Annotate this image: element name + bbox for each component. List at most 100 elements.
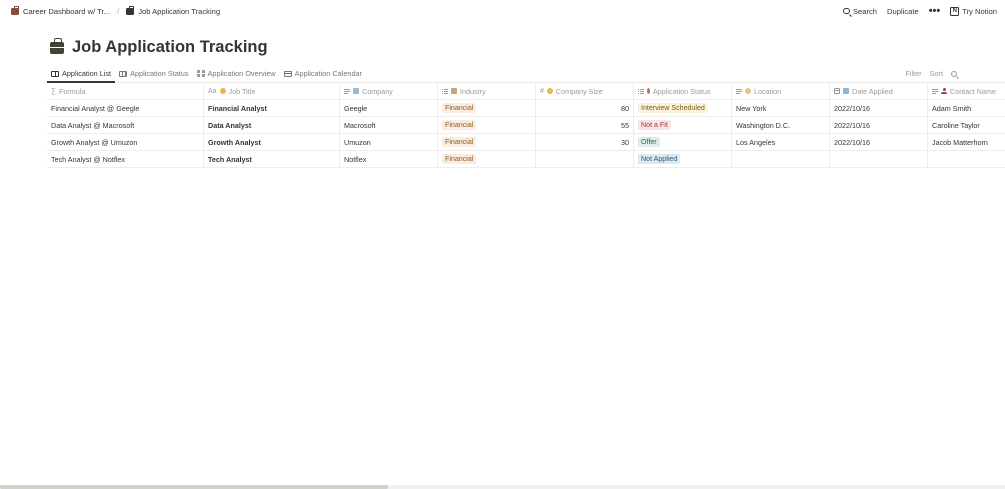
tab-application-list[interactable]: Application List [47,65,116,83]
cell-company[interactable]: Notflex [340,151,438,167]
tab-label: Application Calendar [294,69,362,78]
industry-tag: Financial [442,154,477,164]
cell-contact[interactable] [928,151,1005,167]
column-header-job-title[interactable]: Aa Job Title [204,83,340,99]
cell-formula[interactable]: Financial Analyst @ Geegle [47,100,204,116]
cell-status[interactable]: Interview Scheduled [634,100,732,116]
cell-company[interactable]: Umuzon [340,134,438,150]
column-header-company-size[interactable]: # Company Size [536,83,634,99]
cell-company-size[interactable]: 30 [536,134,634,150]
column-header-application-status[interactable]: Application Status [634,83,732,99]
cell-job-title[interactable]: Growth Analyst [204,134,340,150]
column-header-company[interactable]: Company [340,83,438,99]
cell-date-applied[interactable] [830,151,928,167]
cell-industry[interactable]: Financial [438,117,536,133]
cell-contact[interactable]: Adam Smith [928,100,1005,116]
page-title[interactable]: Job Application Tracking [72,38,268,57]
cell-company-size[interactable] [536,151,634,167]
column-header-contact-name[interactable]: Contact Name [928,83,1005,99]
cell-formula[interactable]: Growth Analyst @ Umuzon [47,134,204,150]
table-row[interactable]: Growth Analyst @ Umuzon Growth Analyst U… [47,134,1005,151]
cell-industry[interactable]: Financial [438,151,536,167]
person-icon [941,88,947,94]
search-icon [843,7,850,15]
briefcase-icon[interactable] [50,38,64,54]
cell-formula[interactable]: Data Analyst @ Macrosoft [47,117,204,133]
tab-application-overview[interactable]: Application Overview [193,65,280,82]
table-header-row: ∑ Formula Aa Job Title Company Industry … [47,83,1005,100]
duplicate-button[interactable]: Duplicate [887,7,919,16]
search-label: Search [852,6,878,16]
factory-emoji-icon [451,88,457,94]
cell-location[interactable]: Washington D.C. [732,117,830,133]
column-header-date-applied[interactable]: Date Applied [830,83,928,99]
cell-formula[interactable]: Tech Analyst @ Notflex [47,151,204,167]
column-header-label: Date Applied [852,86,893,96]
cell-status[interactable]: Not a Fit [634,117,732,133]
number-icon: # [540,87,544,95]
top-bar: Career Dashboard w/ Tr... / Job Applicat… [0,0,1005,22]
breadcrumb-item-current[interactable]: Job Application Tracking [123,5,223,18]
status-tag: Not Applied [638,154,681,164]
horizontal-scrollbar[interactable] [0,485,1005,489]
column-header-label: Company [362,86,393,96]
tab-application-calendar[interactable]: Application Calendar [280,65,366,82]
scrollbar-thumb[interactable] [0,485,388,489]
search-icon[interactable] [951,70,957,77]
more-icon: ••• [928,5,941,17]
column-header-label: Contact Name [950,86,996,96]
hand-emoji-icon [219,88,226,94]
column-header-industry[interactable]: Industry [438,83,536,99]
column-header-label: Company Size [555,86,603,96]
cell-job-title[interactable]: Data Analyst [204,117,340,133]
cell-job-title[interactable]: Financial Analyst [204,100,340,116]
cell-location[interactable] [732,151,830,167]
gallery-icon [196,70,205,77]
column-header-location[interactable]: Location [732,83,830,99]
cell-job-title[interactable]: Tech Analyst [204,151,340,167]
table-row[interactable]: Financial Analyst @ Geegle Financial Ana… [47,100,1005,117]
briefcase-icon [126,5,135,15]
try-notion-button[interactable]: N Try Notion [950,6,997,16]
page-title-row: Job Application Tracking [50,38,268,57]
cell-company-size[interactable]: 55 [536,117,634,133]
tab-application-status[interactable]: Application Status [115,65,192,82]
breadcrumb-item-dashboard[interactable]: Career Dashboard w/ Tr... [8,5,113,18]
cell-location[interactable]: New York [732,100,830,116]
cell-company[interactable]: Geegle [340,100,438,116]
cell-contact[interactable]: Caroline Taylor [928,117,1005,133]
column-header-label: Location [754,86,782,96]
filter-button[interactable]: Filter [905,69,921,78]
cell-status[interactable]: Not Applied [634,151,732,167]
duplicate-label: Duplicate [887,6,919,16]
column-header-label: Industry [460,86,486,96]
search-button[interactable]: Search [843,7,877,16]
cell-company-size[interactable]: 80 [536,100,634,116]
table-row[interactable]: Data Analyst @ Macrosoft Data Analyst Ma… [47,117,1005,134]
cell-date-applied[interactable]: 2022/10/16 [830,117,928,133]
sort-button[interactable]: Sort [930,69,943,78]
tab-label: Application Overview [207,69,276,78]
cell-location[interactable]: Los Angeles [732,134,830,150]
people-emoji-icon [546,88,553,94]
status-tag: Offer [638,137,660,147]
column-header-formula[interactable]: ∑ Formula [47,83,204,99]
cell-status[interactable]: Offer [634,134,732,150]
select-icon [638,88,644,94]
cell-company[interactable]: Macrosoft [340,117,438,133]
cell-date-applied[interactable]: 2022/10/16 [830,134,928,150]
table-row[interactable]: Tech Analyst @ Notflex Tech Analyst Notf… [47,151,1005,168]
cell-date-applied[interactable]: 2022/10/16 [830,100,928,116]
cell-industry[interactable]: Financial [438,100,536,116]
tab-label: Application Status [130,69,189,78]
topbar-actions: Search Duplicate ••• N Try Notion [843,5,997,17]
cell-contact[interactable]: Jacob Matterhorn [928,134,1005,150]
calendar-emoji-icon [843,88,849,94]
industry-tag: Financial [442,120,477,130]
board-icon [119,70,128,77]
more-options-button[interactable]: ••• [928,5,941,17]
cell-industry[interactable]: Financial [438,134,536,150]
breadcrumb-label: Career Dashboard w/ Tr... [23,6,110,16]
globe-emoji-icon [745,88,751,94]
select-icon [442,88,448,94]
